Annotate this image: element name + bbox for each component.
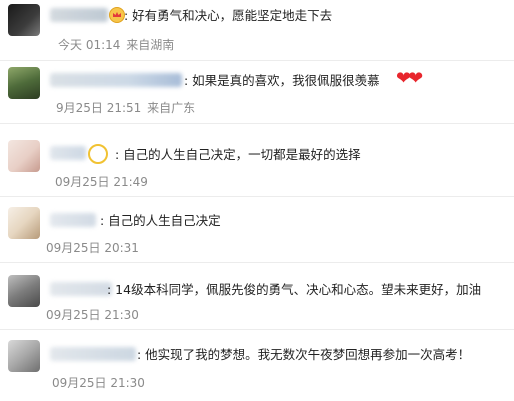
comment-meta: 今天 01:14 来自湖南 [58,36,176,53]
comment-time: 09月25日 21:49 [55,175,148,189]
nickname-blurred[interactable] [50,282,112,296]
comment-time: 9月25日 21:51 [56,101,142,115]
avatar[interactable] [8,340,40,372]
avatar[interactable] [8,275,40,307]
comment-text: : 自己的人生自己决定 [100,213,221,228]
comment-meta: 09月25日 21:30 [52,374,147,391]
comment-item: : 自己的人生自己决定 09月25日 20:31 [0,197,514,263]
comment-meta: 09月25日 21:49 [55,173,150,190]
comment-item: : 他实现了我的梦想。我无数次午夜梦回想再参加一次高考！ 09月25日 21:3… [0,330,514,400]
comment-text: : 好有勇气和决心，愿能坚定地走下去 [124,8,333,23]
comment-text: : 自己的人生自己决定，一切都是最好的选择 [115,147,361,162]
comment-item: : 14级本科同学，佩服先俊的勇气、决心和心态。望未来更好，加油 09月25日 … [0,263,514,330]
comment-time: 09月25日 21:30 [46,308,139,322]
comment-meta: 09月25日 20:31 [46,239,141,256]
comment-location: 来自湖南 [126,38,175,52]
comment-item: : 好有勇气和决心，愿能坚定地走下去 今天 01:14 来自湖南 [0,0,514,61]
comment-time: 09月25日 21:30 [52,376,145,390]
avatar[interactable] [8,207,40,239]
heart-emoji-icon: ❤❤ [396,68,423,89]
moon-badge-icon [88,144,108,164]
comment-text: : 他实现了我的梦想。我无数次午夜梦回想再参加一次高考！ [137,347,471,362]
nickname-blurred[interactable] [50,73,182,87]
comment-location: 来自广东 [147,101,196,115]
comment-text: : 如果是真的喜欢，我很佩服很羡慕 [184,73,380,88]
comment-item: : 自己的人生自己决定，一切都是最好的选择 09月25日 21:49 [0,130,514,197]
crown-badge-icon [109,7,125,23]
nickname-blurred[interactable] [50,213,96,227]
comment-meta: 09月25日 21:30 [46,306,141,323]
comment-meta: 9月25日 21:51 来自广东 [56,99,197,116]
comment-item: : 如果是真的喜欢，我很佩服很羡慕 ❤❤ 9月25日 21:51 来自广东 [0,61,514,124]
avatar[interactable] [8,67,40,99]
avatar[interactable] [8,4,40,36]
comment-text: : 14级本科同学，佩服先俊的勇气、决心和心态。望未来更好，加油 [107,282,482,297]
avatar[interactable] [8,140,40,172]
comment-time: 今天 01:14 [58,38,121,52]
comment-time: 09月25日 20:31 [46,241,139,255]
nickname-blurred[interactable] [50,347,136,361]
nickname-blurred[interactable] [50,8,108,22]
nickname-blurred[interactable] [50,146,86,160]
